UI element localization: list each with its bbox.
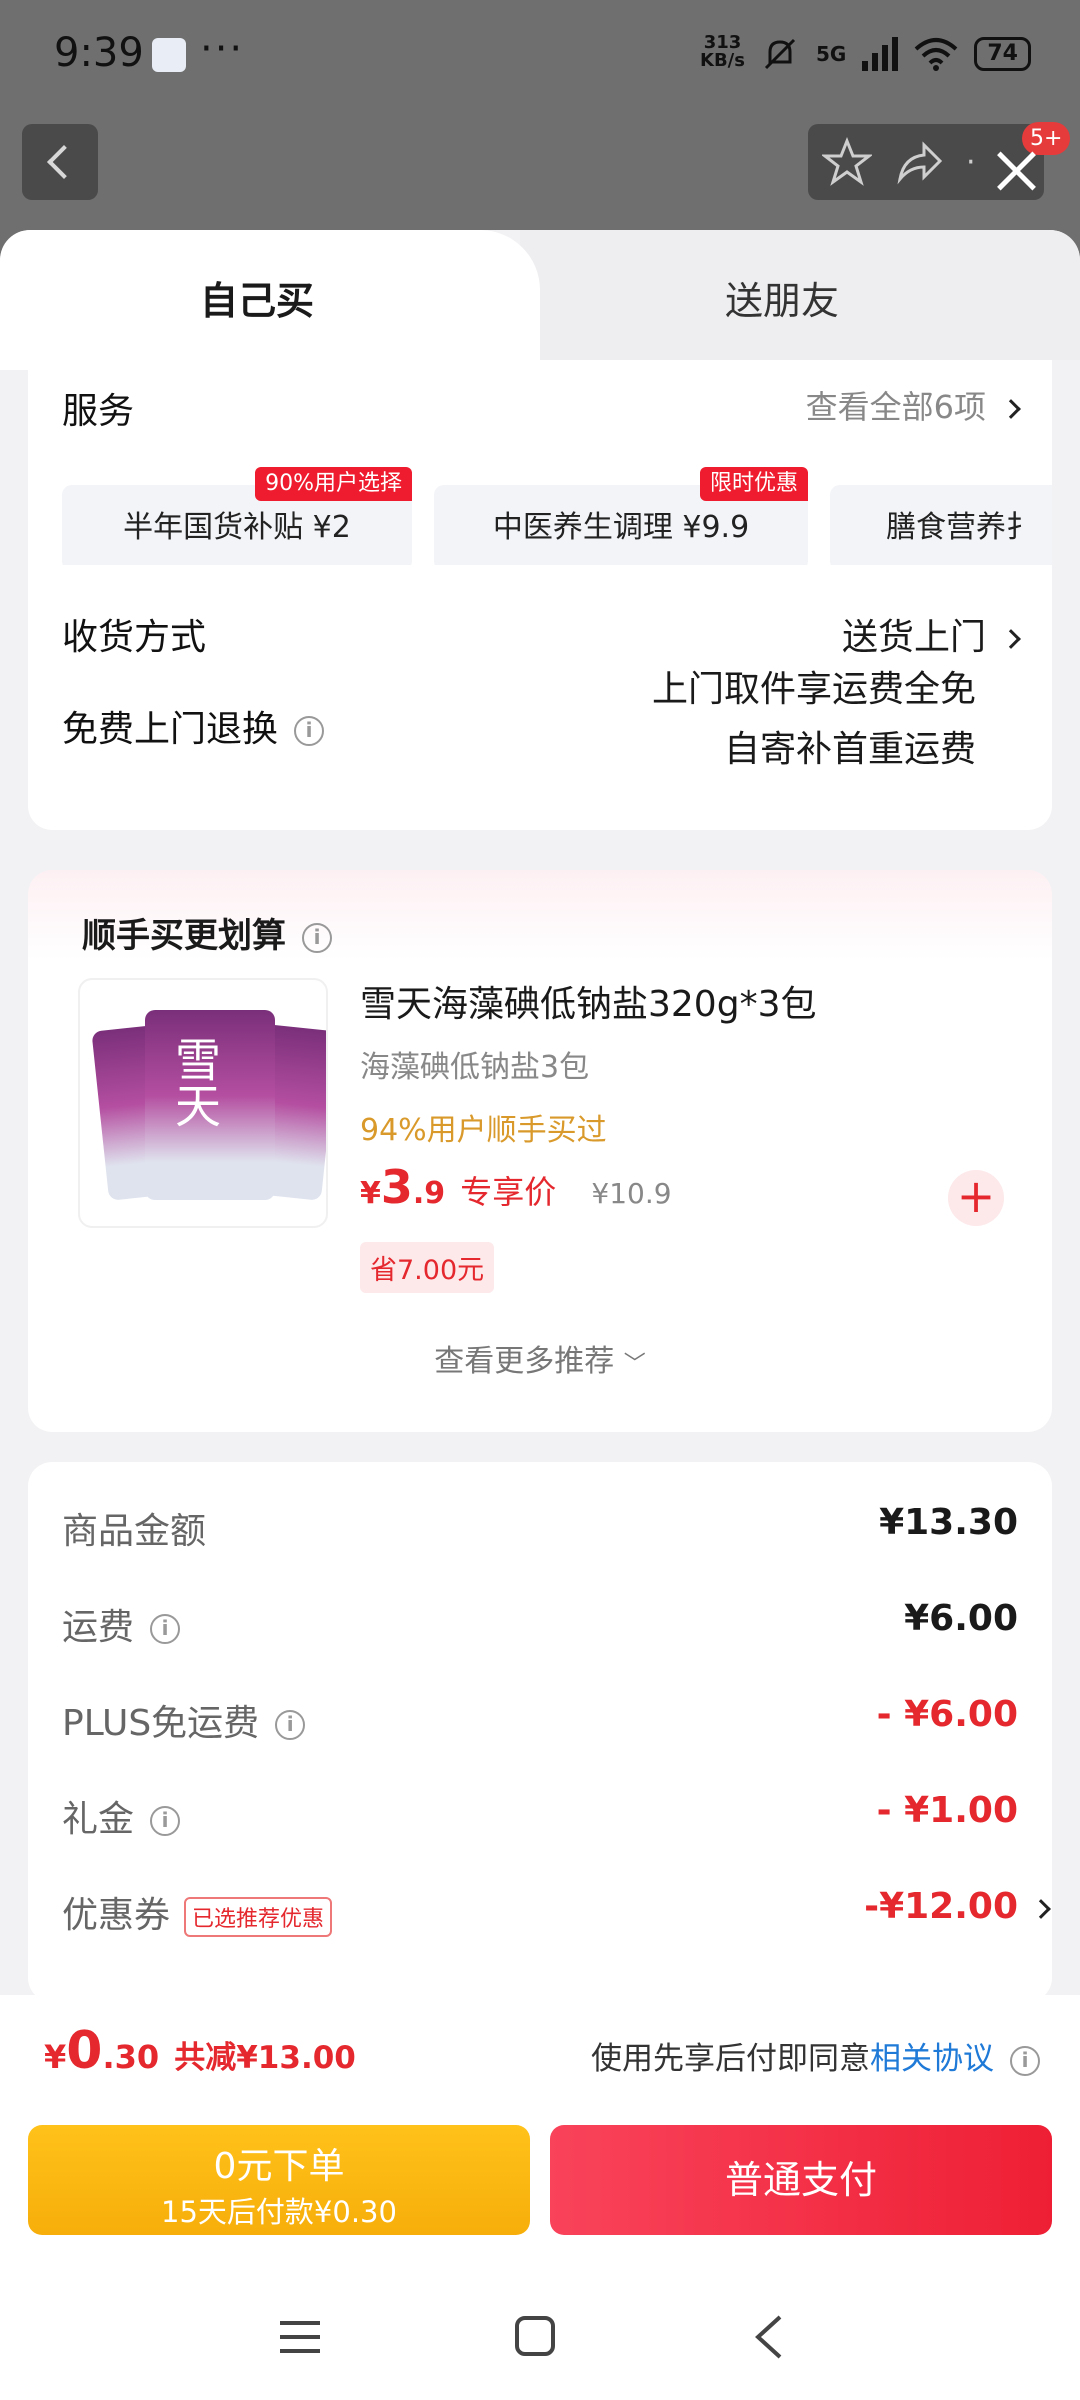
- network-type-label: 5G: [816, 42, 847, 66]
- close-icon[interactable]: [990, 146, 1040, 196]
- more-notifications-icon: ···: [200, 26, 245, 72]
- service-chip[interactable]: 半年国货补贴 ¥2 90%用户选择: [62, 467, 412, 565]
- service-chip[interactable]: 中医养生调理 ¥9.9 限时优惠: [434, 467, 808, 565]
- pay-later-button[interactable]: 0元下单 15天后付款¥0.30: [28, 2125, 530, 2235]
- return-policy-text: 上门取件享运费全免 自寄补首重运费: [651, 669, 976, 770]
- tab-self[interactable]: 自己买: [0, 230, 540, 370]
- purchase-tabs: 送朋友 自己买: [0, 230, 1080, 370]
- wifi-icon: [915, 38, 958, 71]
- system-nav-bar: [0, 2295, 1080, 2395]
- home-icon[interactable]: [514, 2315, 556, 2357]
- chip-tag: 限时优惠: [699, 467, 808, 501]
- info-icon[interactable]: i: [1010, 2045, 1040, 2076]
- coupon-tag: 已选推荐优惠: [184, 1897, 333, 1937]
- info-icon[interactable]: i: [150, 1806, 181, 1836]
- back-button[interactable]: [22, 124, 98, 200]
- service-chip[interactable]: 膳食营养扌: [830, 485, 1052, 565]
- view-all-services-link[interactable]: 查看全部6项: [806, 382, 1021, 428]
- delivery-label: 收货方式: [62, 617, 207, 658]
- coupon-row[interactable]: 优惠券 已选推荐优惠 -¥12.00: [62, 1886, 1052, 1946]
- mute-icon: [764, 38, 796, 70]
- info-icon[interactable]: i: [294, 716, 325, 746]
- payment-bar: ¥0.30 共减¥13.00 使用先享后付即同意相关协议 i 0元下单 15天后付…: [0, 1995, 1080, 2400]
- signal-icon: [862, 37, 899, 71]
- star-icon[interactable]: [822, 137, 872, 187]
- app-notification-icon: [152, 38, 186, 72]
- chevron-down-icon: ﹀: [623, 1352, 646, 1377]
- share-icon[interactable]: [894, 137, 944, 187]
- summary-row: 礼金 i - ¥1.00: [62, 1790, 1018, 1840]
- back-nav-icon[interactable]: [754, 2315, 784, 2359]
- order-total: ¥0.30 共减¥13.00: [44, 2021, 356, 2081]
- product-brand-logo: 雪天: [168, 1036, 222, 1128]
- chip-tag: 90%用户选择: [255, 467, 412, 501]
- service-chip-list: 半年国货补贴 ¥2 90%用户选择 中医养生调理 ¥9.9 限时优惠 膳食营养扌: [62, 465, 1052, 565]
- add-to-order-button[interactable]: +: [948, 1170, 1004, 1226]
- service-card: 服务 查看全部6项 半年国货补贴 ¥2 90%用户选择 中医养生调理 ¥9.9 …: [28, 360, 1052, 830]
- product-name[interactable]: 雪天海藻碘低钠盐320g*3包: [360, 975, 816, 1027]
- info-icon[interactable]: i: [302, 922, 332, 953]
- chevron-right-icon: [1031, 1899, 1051, 1919]
- social-proof-text: 94%用户顺手买过: [360, 1113, 607, 1148]
- summary-row: PLUS免运费 i - ¥6.00: [62, 1694, 1018, 1744]
- agreement-link[interactable]: 相关协议: [870, 2041, 994, 2077]
- service-title: 服务: [62, 391, 135, 432]
- product-image[interactable]: 雪天: [78, 978, 328, 1228]
- product-price: ¥3.9 专享价 ¥10.9: [360, 1160, 672, 1214]
- agreement-text: 使用先享后付即同意相关协议 i: [591, 2033, 1040, 2078]
- pay-now-button[interactable]: 普通支付: [550, 2125, 1052, 2235]
- chevron-right-icon: [1001, 629, 1021, 649]
- menu-icon[interactable]: [278, 2317, 322, 2357]
- free-return-label: 免费上门退换 i: [62, 700, 325, 752]
- battery-indicator: 74: [974, 37, 1031, 71]
- summary-row: 运费 i ¥6.00: [62, 1598, 1018, 1648]
- order-summary-card: 商品金额 ¥13.30 运费 i ¥6.00 PLUS免运费 i - ¥6.00 礼…: [28, 1462, 1052, 2002]
- info-icon[interactable]: i: [150, 1614, 181, 1644]
- info-icon[interactable]: i: [275, 1710, 306, 1740]
- savings-badge: 省7.00元: [360, 1242, 495, 1293]
- product-subtitle: 海藻碘低钠盐3包: [360, 1050, 590, 1085]
- tab-gift[interactable]: 送朋友: [520, 230, 1080, 360]
- addon-card: 顺手买更划算 i 雪天 雪天海藻碘低钠盐320g*3包 海藻碘低钠盐3包 94%用…: [28, 870, 1052, 1432]
- delivery-method-selector[interactable]: 送货上门: [842, 608, 1021, 660]
- more-recommendations-link[interactable]: 查看更多推荐 ﹀: [28, 1336, 1052, 1380]
- chevron-right-icon: [1001, 399, 1021, 419]
- summary-row: 商品金额 ¥13.30: [62, 1502, 1018, 1552]
- network-speed: 313 KB/s: [700, 32, 745, 71]
- total-discount: 共减¥13.00: [174, 2040, 356, 2076]
- clock: 9:39: [54, 30, 144, 76]
- addon-title: 顺手买更划算 i: [82, 908, 332, 957]
- status-bar: 9:39 ··· 313 KB/s 5G 74: [0, 0, 1080, 110]
- more-dot-icon[interactable]: ·: [966, 145, 976, 180]
- original-price: ¥10.9: [591, 1177, 672, 1210]
